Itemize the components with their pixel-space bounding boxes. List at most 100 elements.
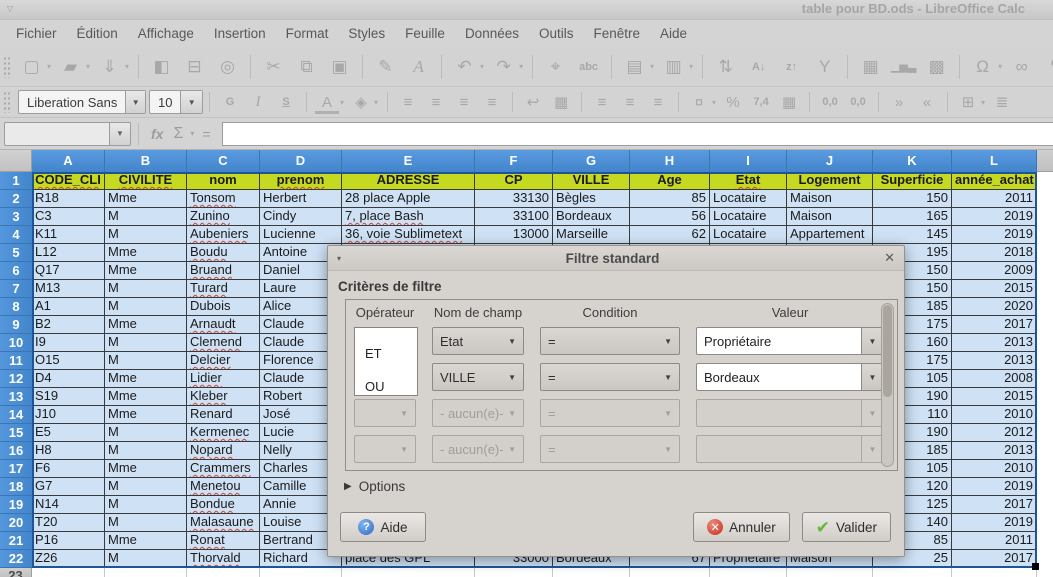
menu-format[interactable]: Format — [276, 22, 339, 45]
percent-format-icon[interactable]: % — [721, 91, 745, 113]
header-cell-8[interactable]: Etat — [710, 172, 787, 190]
insert-row-icon[interactable]: ▤ — [621, 54, 648, 80]
decrease-indent-icon[interactable]: « — [915, 91, 939, 113]
cell[interactable]: R18 — [32, 190, 105, 208]
column-header-a[interactable]: A — [32, 150, 105, 172]
delete-decimal-icon[interactable]: 0,0 — [846, 91, 870, 113]
name-box-dropdown-icon[interactable]: ▼ — [110, 122, 131, 146]
cell[interactable]: Mme — [105, 244, 187, 262]
cell[interactable]: 2010 — [952, 406, 1037, 424]
cell[interactable]: Lidier — [187, 370, 260, 388]
merge-cells-icon[interactable]: ▦ — [549, 91, 573, 113]
underline-icon[interactable]: S — [274, 91, 298, 113]
cell[interactable]: D4 — [32, 370, 105, 388]
align-left-icon[interactable]: ≡ — [396, 91, 420, 113]
header-cell-0[interactable]: CODE_CLI — [32, 172, 105, 190]
cell[interactable]: Lucienne — [260, 226, 342, 244]
column-header-j[interactable]: J — [787, 150, 873, 172]
cell[interactable]: 2017 — [952, 550, 1037, 568]
cell[interactable]: 2019 — [952, 208, 1037, 226]
cell[interactable]: Turard — [187, 280, 260, 298]
row-header-10[interactable]: 10 — [0, 334, 32, 352]
cell[interactable]: F6 — [32, 460, 105, 478]
cell[interactable]: 36, voie Sublimetext — [342, 226, 475, 244]
number-format-icon[interactable]: 7,4 — [749, 91, 773, 113]
row-header-20[interactable]: 20 — [0, 514, 32, 532]
cell[interactable] — [32, 568, 105, 577]
new-document-icon[interactable]: ▢ — [18, 54, 45, 80]
insert-column-icon[interactable]: ▥ — [660, 54, 687, 80]
cell[interactable]: M — [105, 550, 187, 568]
name-box[interactable] — [4, 122, 110, 146]
row-header-11[interactable]: 11 — [0, 352, 32, 370]
cell[interactable]: 2015 — [952, 280, 1037, 298]
value-input-3[interactable] — [696, 399, 861, 427]
cell[interactable]: Crammers — [187, 460, 260, 478]
operator-option-et[interactable]: ET — [355, 328, 417, 361]
cell[interactable]: M — [105, 514, 187, 532]
valign-top-icon[interactable]: ≡ — [590, 91, 614, 113]
equals-icon[interactable]: = — [202, 126, 210, 142]
cell[interactable]: Bondue — [187, 496, 260, 514]
row-header-22[interactable]: 22 — [0, 550, 32, 568]
column-header-b[interactable]: B — [105, 150, 187, 172]
field-select-2[interactable]: VILLE▼ — [432, 363, 524, 391]
insert-comment-icon[interactable]: ❝ — [1041, 54, 1053, 80]
cell[interactable]: G7 — [32, 478, 105, 496]
cell[interactable]: 2019 — [952, 226, 1037, 244]
cell[interactable]: Aubeniers — [187, 226, 260, 244]
wrap-text-icon[interactable]: ↩ — [521, 91, 545, 113]
cell[interactable]: 2015 — [952, 388, 1037, 406]
cell[interactable]: 33130 — [475, 190, 553, 208]
cell[interactable] — [342, 568, 475, 577]
menu-aide[interactable]: Aide — [650, 22, 697, 45]
row-header-18[interactable]: 18 — [0, 478, 32, 496]
value-combobox-1[interactable]: Propriétaire▼ — [696, 327, 884, 355]
cell[interactable]: Bègles — [553, 190, 630, 208]
row-header-14[interactable]: 14 — [0, 406, 32, 424]
cell[interactable]: Maison — [787, 208, 873, 226]
header-cell-9[interactable]: Logement — [787, 172, 873, 190]
special-character-icon[interactable]: Ω — [969, 54, 996, 80]
cell[interactable]: Boudu — [187, 244, 260, 262]
cell[interactable]: E5 — [32, 424, 105, 442]
redo-icon[interactable]: ↷ — [490, 54, 517, 80]
row-header-3[interactable]: 3 — [0, 208, 32, 226]
row-header-15[interactable]: 15 — [0, 424, 32, 442]
cell[interactable]: 56 — [630, 208, 710, 226]
row-header-23[interactable]: 23 — [0, 568, 32, 577]
cell[interactable] — [710, 568, 787, 577]
copy-icon[interactable]: ⧉ — [293, 54, 320, 80]
cell[interactable] — [952, 568, 1037, 577]
column-header-f[interactable]: F — [475, 150, 553, 172]
sum-icon[interactable]: Σ — [173, 125, 183, 143]
cell[interactable]: O15 — [32, 352, 105, 370]
cell[interactable]: Renard — [187, 406, 260, 424]
cell[interactable]: Q17 — [32, 262, 105, 280]
font-size-dropdown-icon[interactable]: ▼ — [180, 91, 202, 113]
cell[interactable] — [630, 568, 710, 577]
cell[interactable]: J10 — [32, 406, 105, 424]
cell[interactable]: Ronat — [187, 532, 260, 550]
cell[interactable]: A1 — [32, 298, 105, 316]
cell[interactable]: 2011 — [952, 190, 1037, 208]
select-all-corner[interactable] — [0, 150, 32, 172]
field-select-4[interactable]: - aucun(e)-▼ — [432, 435, 524, 463]
cell[interactable]: Locataire — [710, 226, 787, 244]
autofilter-icon[interactable]: Y — [811, 54, 838, 80]
function-wizard-icon[interactable]: fx — [151, 126, 163, 142]
condition-select-1[interactable]: =▼ — [540, 327, 680, 355]
sort-descending-icon[interactable]: z↑ — [778, 54, 805, 80]
cell[interactable]: M — [105, 298, 187, 316]
row-header-17[interactable]: 17 — [0, 460, 32, 478]
column-header-d[interactable]: D — [260, 150, 342, 172]
cell[interactable]: Arnaudt — [187, 316, 260, 334]
cell[interactable]: 2019 — [952, 478, 1037, 496]
pivot-table-icon[interactable]: ▩ — [923, 54, 950, 80]
cell[interactable]: M — [105, 352, 187, 370]
cell[interactable]: Dubois — [187, 298, 260, 316]
validate-button[interactable]: ✔ Valider — [802, 512, 891, 542]
cut-icon[interactable]: ✂ — [260, 54, 287, 80]
cell[interactable]: M — [105, 208, 187, 226]
menu-fenetre[interactable]: Fenêtre — [584, 22, 651, 45]
